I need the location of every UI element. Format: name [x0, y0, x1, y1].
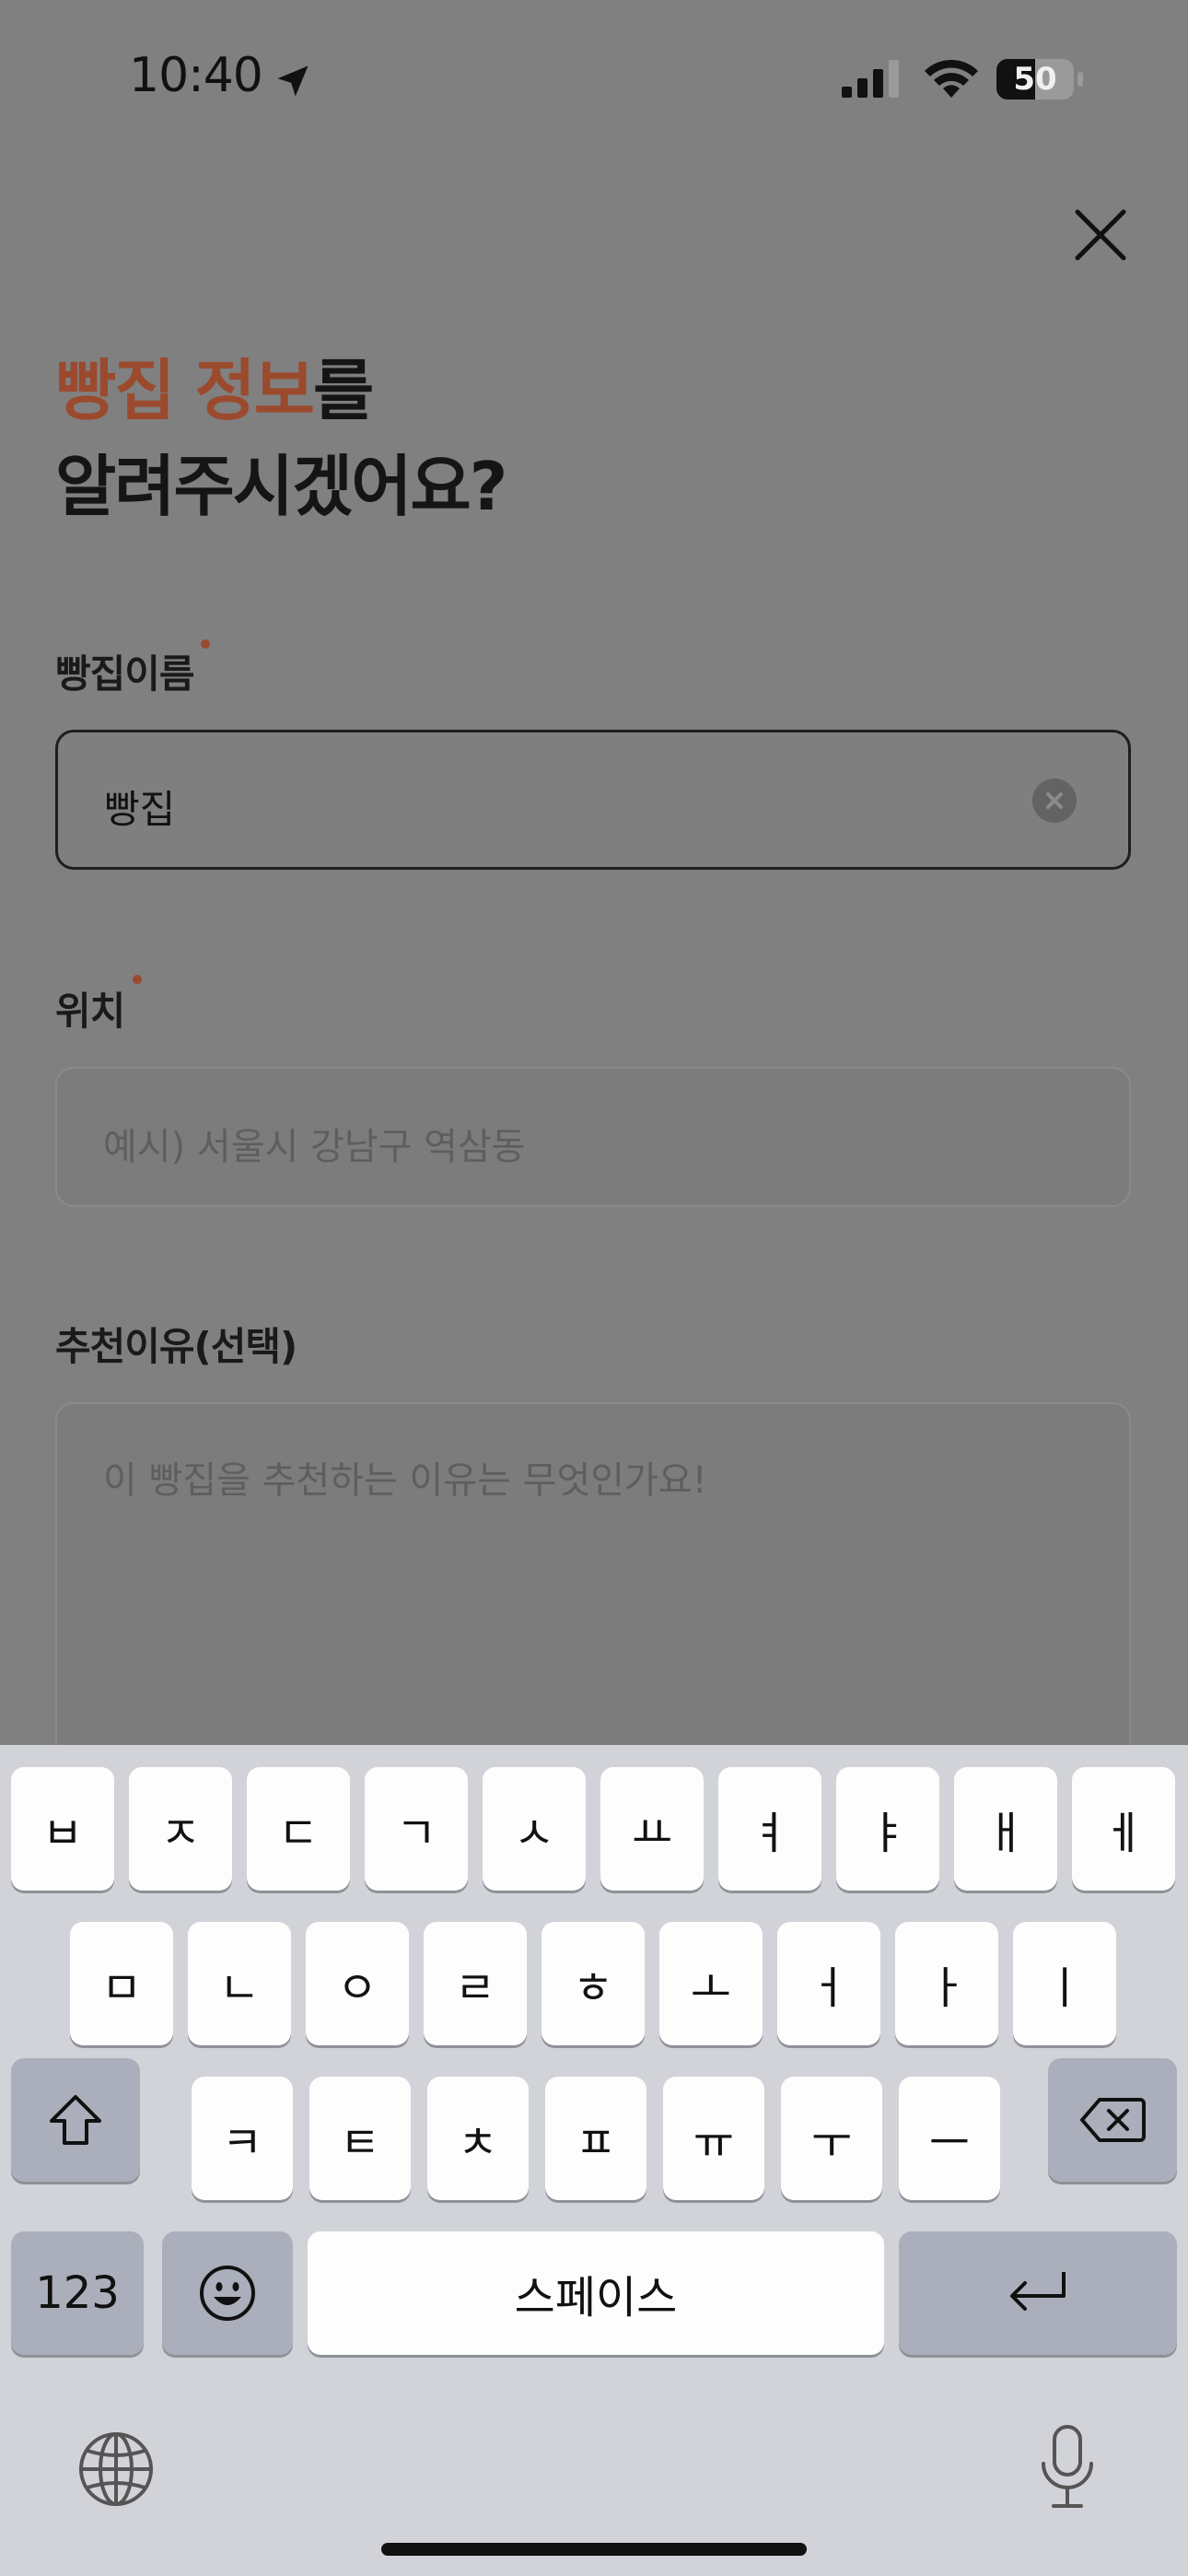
key[interactable]: ㅎ: [542, 1922, 645, 2045]
cellular-signal-icon: [842, 60, 899, 98]
location-label: 위치: [55, 989, 125, 1034]
key[interactable]: ㄷ: [247, 1767, 350, 1891]
key-label: ㅁ: [100, 1962, 143, 2014]
globe-icon[interactable]: [77, 2430, 155, 2508]
key-label: ㅈ: [159, 1808, 202, 1859]
key[interactable]: ㅗ: [659, 1922, 763, 2045]
key[interactable]: ㅁ: [70, 1922, 173, 2045]
location-field[interactable]: 예시) 서울시 강남구 역삼동: [55, 1067, 1131, 1207]
key[interactable]: ㅛ: [600, 1767, 704, 1891]
location-placeholder: 예시) 서울시 강남구 역삼동: [103, 1126, 526, 1168]
required-indicator: [133, 975, 142, 984]
required-indicator: [201, 639, 210, 649]
page-title: 빵집 정보를 알려주시겠어요?: [55, 343, 507, 534]
key-label: ㅊ: [457, 2117, 499, 2169]
backspace-icon: [1080, 2098, 1146, 2142]
bakery-name-label: 빵집이름: [55, 651, 195, 697]
key-label: ㅎ: [572, 1962, 614, 2014]
key-label: ㅏ: [926, 1962, 968, 2014]
home-indicator: [381, 2543, 807, 2556]
numbers-key-label: 123: [35, 2267, 120, 2319]
emoji-icon: [200, 2266, 255, 2321]
battery-percentage: 50: [1013, 61, 1057, 98]
key[interactable]: ㅋ: [192, 2077, 293, 2200]
shift-key[interactable]: [11, 2058, 140, 2182]
key[interactable]: ㄹ: [424, 1922, 527, 2045]
korean-keyboard: ㅂ ㅈ ㄷ ㄱ ㅅ ㅛ ㅕ ㅑ ㅐ ㅔ ㅁ ㄴ ㅇ ㄹ ㅎ ㅗ ㅓ ㅏ ㅣ ㅋ ㅌ ㅊ ㅍ ㅠ ㅜ ㅡ 123 스페이스: [0, 1745, 1188, 2576]
status-time: 10:40: [129, 48, 263, 103]
backspace-key[interactable]: [1048, 2058, 1177, 2182]
key-label: ㅂ: [41, 1808, 84, 1859]
key-label: ㅓ: [808, 1962, 850, 2014]
key-label: ㅗ: [690, 1962, 732, 2014]
key[interactable]: ㅓ: [777, 1922, 880, 2045]
page-title-line2: 알려주시겠어요?: [55, 448, 507, 525]
key[interactable]: ㅜ: [781, 2077, 882, 2200]
key-label: ㅕ: [749, 1808, 791, 1859]
key[interactable]: ㅅ: [483, 1767, 586, 1891]
key-label: ㅇ: [336, 1962, 379, 2014]
page-title-accent: 빵집 정보: [55, 352, 315, 429]
return-icon: [1010, 2272, 1066, 2311]
key[interactable]: ㅕ: [718, 1767, 821, 1891]
close-button[interactable]: [1068, 203, 1133, 267]
key-label: ㅌ: [339, 2117, 381, 2169]
clear-text-button[interactable]: [1032, 779, 1077, 823]
key-label: ㄴ: [218, 1962, 261, 2014]
key[interactable]: ㅂ: [11, 1767, 114, 1891]
space-key-label: 스페이스: [514, 2272, 678, 2324]
key[interactable]: ㅡ: [899, 2077, 1000, 2200]
key[interactable]: ㅐ: [954, 1767, 1057, 1891]
bakery-name-field[interactable]: 빵집: [55, 730, 1131, 870]
key-label: ㅐ: [984, 1808, 1027, 1859]
reason-label: 추천이유(선택): [55, 1324, 297, 1369]
shift-icon: [50, 2095, 101, 2145]
key[interactable]: ㅇ: [306, 1922, 409, 2045]
key-label: ㅠ: [693, 2117, 735, 2169]
key-label: ㅅ: [513, 1808, 555, 1859]
key-label: ㅍ: [575, 2117, 617, 2169]
key-label: ㄷ: [277, 1808, 320, 1859]
key[interactable]: ㅑ: [836, 1767, 939, 1891]
emoji-key[interactable]: [162, 2231, 293, 2355]
numbers-key[interactable]: 123: [11, 2231, 144, 2355]
wifi-icon: [925, 59, 978, 98]
key-label: ㅛ: [631, 1808, 673, 1859]
battery-icon: 50: [996, 59, 1085, 100]
bakery-name-value: 빵집: [104, 787, 176, 832]
key[interactable]: ㅠ: [663, 2077, 764, 2200]
key-label: ㅋ: [221, 2117, 263, 2169]
key-label: ㅣ: [1043, 1962, 1086, 2014]
key[interactable]: ㅈ: [129, 1767, 232, 1891]
reason-textarea[interactable]: 이 빵집을 추천하는 이유는 무엇인가요!: [55, 1402, 1131, 1789]
key[interactable]: ㅔ: [1072, 1767, 1175, 1891]
key-label: ㅡ: [928, 2117, 971, 2169]
key[interactable]: ㅌ: [309, 2077, 411, 2200]
key[interactable]: ㅍ: [545, 2077, 646, 2200]
status-bar: 10:40 50: [0, 0, 1188, 157]
key-label: ㅜ: [810, 2117, 853, 2169]
return-key[interactable]: [899, 2231, 1177, 2355]
key-label: ㄱ: [395, 1808, 437, 1859]
page-title-suffix: 를: [313, 352, 374, 429]
space-key[interactable]: 스페이스: [308, 2231, 884, 2355]
key[interactable]: ㅏ: [895, 1922, 998, 2045]
key[interactable]: ㅣ: [1013, 1922, 1116, 2045]
reason-placeholder: 이 빵집을 추천하는 이유는 무엇인가요!: [103, 1459, 707, 1502]
key-label: ㅔ: [1102, 1808, 1145, 1859]
key-label: ㄹ: [454, 1962, 496, 2014]
microphone-icon[interactable]: [1037, 2423, 1098, 2512]
key[interactable]: ㅊ: [427, 2077, 529, 2200]
key-label: ㅑ: [867, 1808, 909, 1859]
key[interactable]: ㄱ: [365, 1767, 468, 1891]
key[interactable]: ㄴ: [188, 1922, 291, 2045]
location-arrow-icon: [277, 65, 309, 97]
